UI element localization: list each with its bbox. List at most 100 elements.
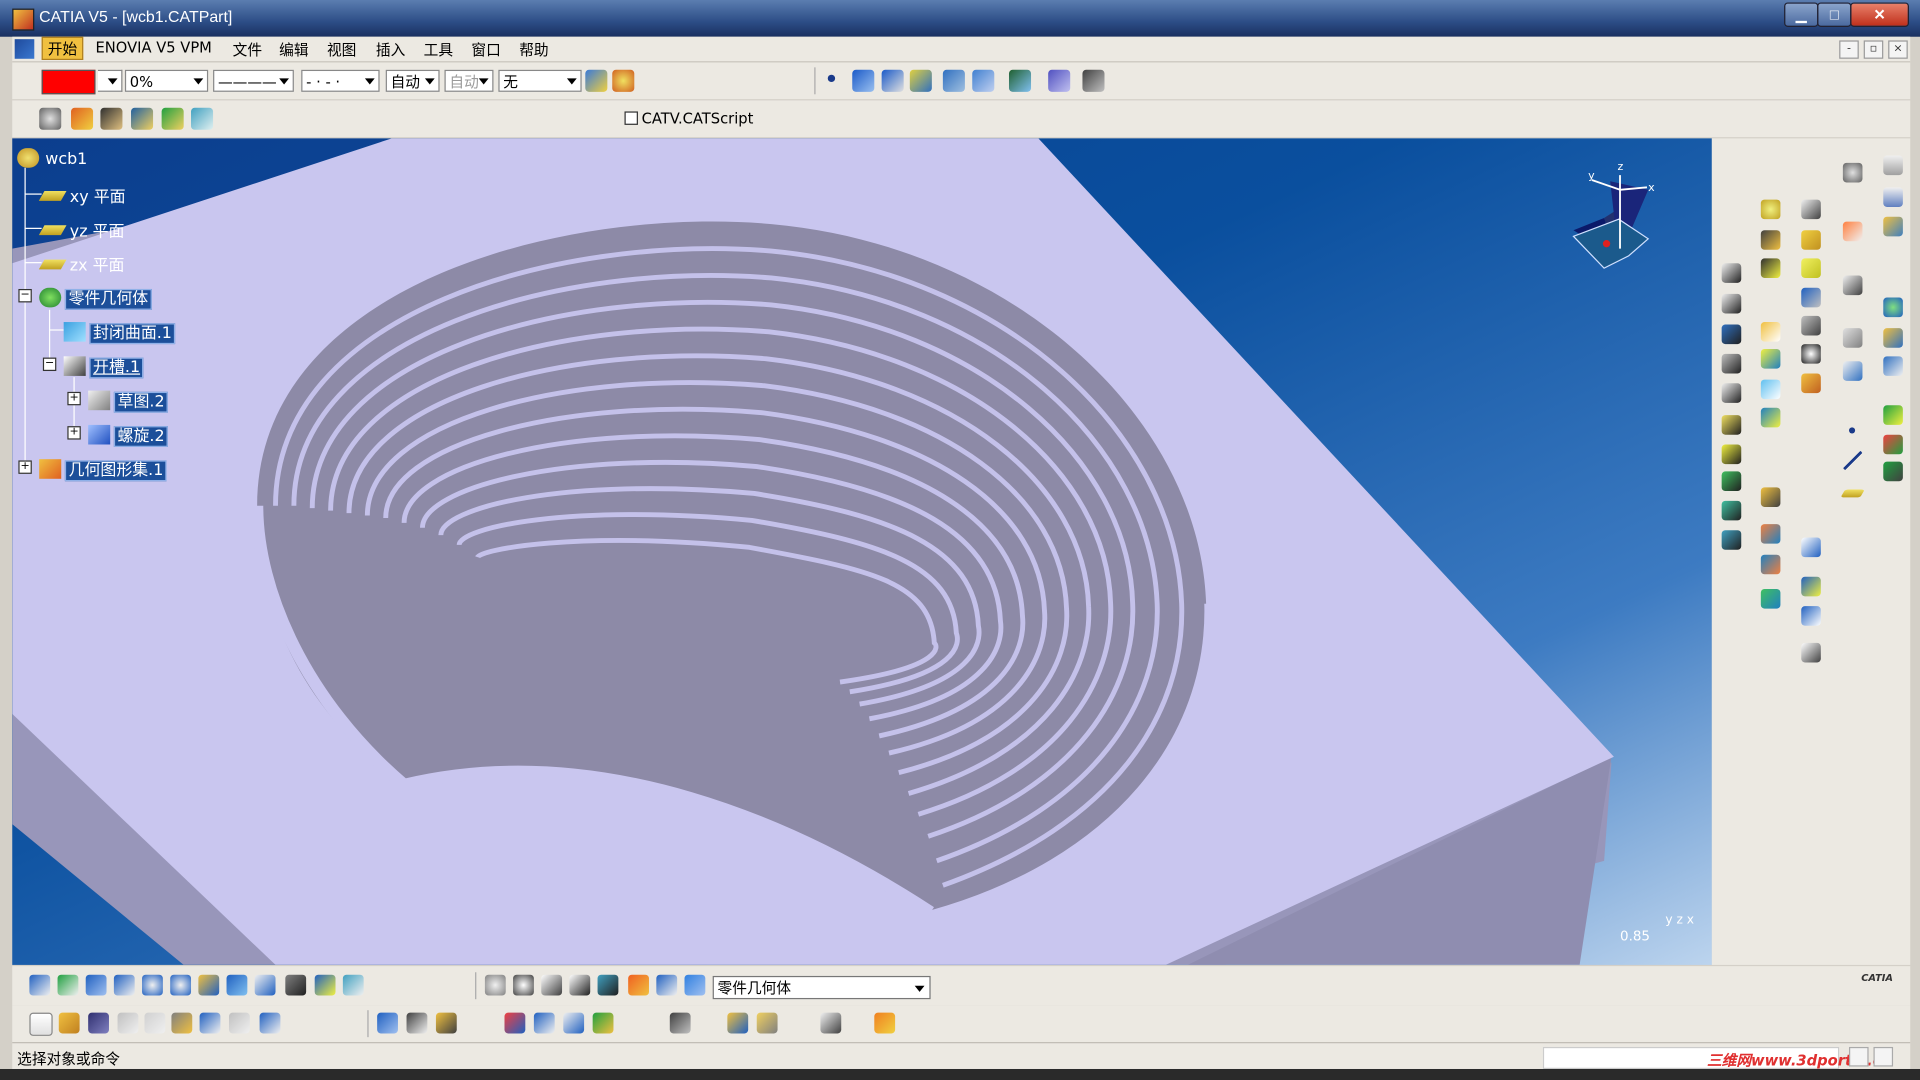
check-icon[interactable] — [161, 107, 184, 130]
normal-view-icon[interactable] — [198, 974, 220, 996]
menu-view[interactable]: 视图 — [327, 39, 356, 60]
thickness-icon[interactable] — [1801, 315, 1821, 336]
sketch-analysis-icon[interactable] — [504, 1012, 526, 1034]
close-button[interactable]: ✕ — [1850, 2, 1909, 27]
zoom-out-icon[interactable] — [170, 974, 192, 996]
formula-icon[interactable] — [100, 107, 123, 130]
manipulate-icon[interactable] — [513, 974, 534, 996]
split-icon[interactable] — [1721, 471, 1742, 492]
multi-view-icon[interactable] — [226, 974, 248, 996]
apply-material-icon[interactable] — [406, 1012, 428, 1034]
menu-help[interactable]: 帮助 — [519, 39, 548, 60]
doc-restore-button[interactable]: ▫ — [1863, 40, 1884, 59]
layer-dropdown[interactable]: 无 — [498, 69, 582, 92]
paste-icon[interactable] — [171, 1012, 193, 1034]
expand-sketch-toggle[interactable]: + — [67, 391, 81, 406]
properties-brush-icon[interactable] — [612, 69, 635, 92]
fly-mode-icon[interactable] — [29, 974, 51, 996]
thick-surface-icon[interactable] — [1721, 500, 1742, 521]
constraint-icon[interactable] — [1883, 356, 1903, 376]
expand-geoset-toggle[interactable]: + — [18, 460, 32, 474]
list-icon[interactable] — [656, 974, 678, 996]
collapse-slot-toggle[interactable]: − — [42, 357, 57, 372]
sketch-icon[interactable] — [942, 69, 965, 92]
compass-widget[interactable]: z y x — [1572, 160, 1655, 269]
spell-check-icon[interactable] — [1883, 155, 1903, 176]
edge-fillet-icon[interactable] — [1760, 322, 1781, 342]
translate-icon[interactable] — [1801, 537, 1821, 558]
dimension-icon[interactable] — [377, 1012, 398, 1034]
doc-minimize-button[interactable]: - — [1839, 40, 1859, 59]
draft-icon[interactable] — [1801, 258, 1821, 278]
tree-item-xy-plane[interactable]: xy 平面 — [38, 184, 128, 207]
color-dropdown[interactable] — [97, 69, 123, 92]
catia-app-icon[interactable] — [12, 8, 35, 31]
status-button[interactable] — [1873, 1046, 1894, 1067]
pocket-icon[interactable] — [1760, 230, 1781, 250]
current-body-select[interactable]: 零件几何体 — [712, 975, 931, 1000]
assemble-icon[interactable] — [1760, 487, 1781, 507]
measure-between-icon[interactable] — [597, 974, 619, 996]
tree-item-slot[interactable]: 开槽.1 — [63, 354, 144, 379]
update-icon[interactable] — [1883, 297, 1903, 318]
linetype-dropdown[interactable]: ———— — [213, 69, 294, 92]
catalog-icon[interactable] — [1883, 405, 1903, 425]
doc-close-button[interactable]: × — [1888, 40, 1908, 59]
boolean-add-icon[interactable] — [1760, 524, 1781, 544]
thickness-dropdown[interactable]: 自动 — [385, 69, 440, 92]
annotation-icon[interactable] — [1883, 187, 1903, 207]
plane-icon[interactable] — [909, 69, 932, 92]
new-file-icon[interactable] — [29, 1012, 53, 1036]
sketcher-icon[interactable] — [1842, 275, 1863, 296]
stiffener-icon[interactable] — [1721, 383, 1742, 403]
tree-item-geometrical-set[interactable]: 几何图形集.1 — [39, 457, 168, 482]
axis-system-icon[interactable] — [1842, 328, 1863, 348]
rotate-icon[interactable] — [113, 974, 135, 996]
positioned-sketch-icon[interactable] — [972, 69, 995, 92]
expand-helix-toggle[interactable]: + — [67, 426, 81, 440]
maximize-button[interactable]: □ — [1817, 2, 1852, 27]
variable-fillet-icon[interactable] — [1760, 348, 1781, 369]
insert-icon[interactable] — [1883, 434, 1903, 455]
shading-icon[interactable] — [285, 974, 307, 996]
close-surface-tool-icon[interactable] — [1721, 530, 1742, 550]
gear-icon[interactable] — [39, 107, 62, 130]
plane-icon[interactable] — [1840, 489, 1865, 498]
boolean-intersect-icon[interactable] — [1760, 588, 1781, 609]
remove-face-icon[interactable] — [1801, 373, 1821, 394]
sweep-icon[interactable] — [881, 69, 904, 92]
analysis-icon[interactable] — [1008, 69, 1032, 92]
transparency-dropdown[interactable]: 0% — [124, 69, 209, 92]
loft-icon[interactable] — [1721, 415, 1742, 435]
scene-icon[interactable] — [756, 1012, 778, 1034]
gear-icon[interactable] — [1842, 162, 1863, 183]
menu-insert[interactable]: 插入 — [376, 39, 405, 60]
slot-tool-icon[interactable] — [1721, 353, 1742, 374]
redo-icon[interactable] — [228, 1012, 250, 1034]
boolean-remove-icon[interactable] — [1760, 554, 1781, 575]
menu-enovia[interactable]: ENOVIA V5 VPM — [96, 39, 212, 56]
binary-icon[interactable] — [569, 974, 591, 996]
pan-icon[interactable] — [85, 974, 107, 996]
menu-edit[interactable]: 编辑 — [279, 39, 308, 60]
zoom-in-icon[interactable] — [142, 974, 163, 996]
print-icon[interactable] — [820, 1012, 842, 1034]
tree-item-part-body[interactable]: 零件几何体 — [39, 285, 152, 310]
axis-icon[interactable] — [541, 974, 563, 996]
mirror-icon[interactable] — [1760, 407, 1781, 428]
point-symbol-dropdown[interactable]: 自动 — [444, 69, 494, 92]
reaction-icon[interactable] — [191, 107, 214, 130]
scaling-icon[interactable] — [1801, 642, 1821, 663]
status-button[interactable] — [1848, 1046, 1869, 1067]
tree-item-zx-plane[interactable]: zx 平面 — [38, 252, 127, 276]
rect-pattern-icon[interactable] — [1801, 576, 1821, 597]
update-all-icon[interactable] — [484, 974, 506, 996]
macro-checkbox[interactable]: CATV.CATScript — [624, 110, 753, 127]
undo-icon[interactable] — [199, 1012, 221, 1034]
tree-root[interactable]: wcb1 — [17, 148, 90, 170]
catia-logo-icon[interactable] — [14, 39, 35, 59]
help-icon[interactable] — [259, 1012, 281, 1034]
linedash-dropdown[interactable]: - · - · — [301, 69, 380, 92]
tools-icon[interactable] — [1082, 69, 1105, 92]
tree-item-yz-plane[interactable]: yz 平面 — [38, 218, 127, 241]
